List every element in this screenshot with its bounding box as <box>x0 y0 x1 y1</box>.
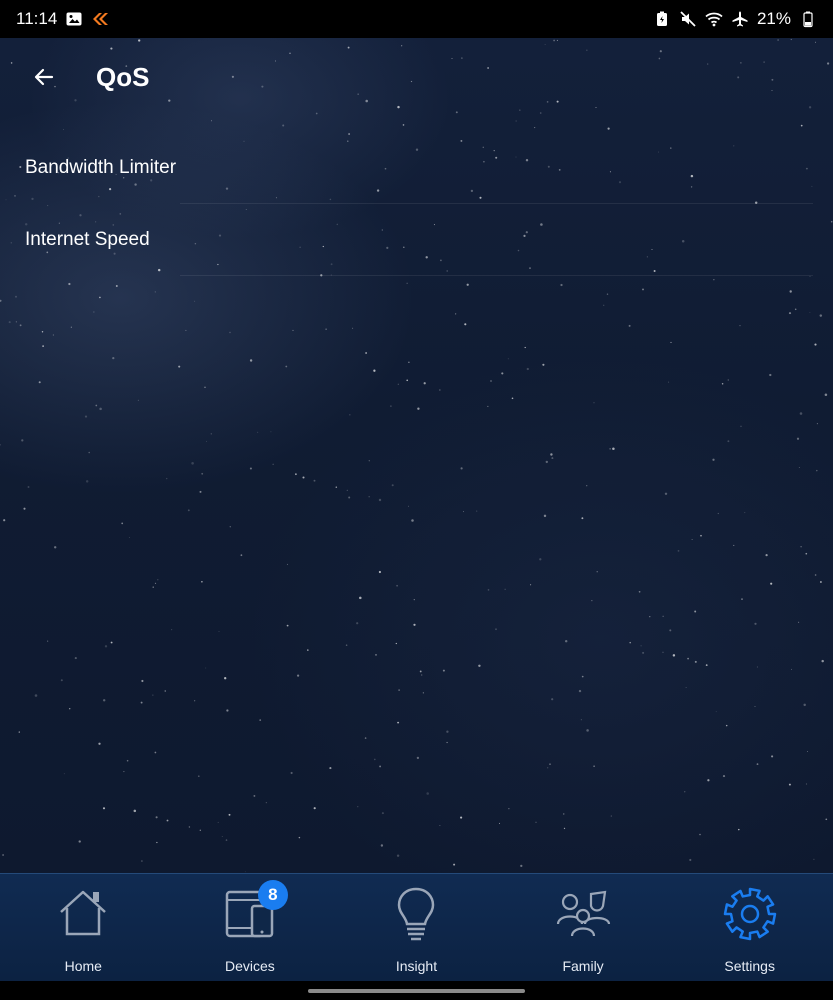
battery-saver-icon <box>653 10 671 28</box>
divider <box>180 275 813 276</box>
family-icon <box>553 884 613 944</box>
gear-icon <box>720 884 780 944</box>
gesture-bar <box>0 981 833 1000</box>
nav-item-settings[interactable]: Settings <box>666 874 833 981</box>
devices-icon: 8 <box>220 880 288 944</box>
nav-item-family[interactable]: Family <box>500 874 667 981</box>
nav-item-home[interactable]: Home <box>0 874 167 981</box>
lightbulb-icon <box>386 884 446 944</box>
home-icon <box>53 884 113 944</box>
battery-icon <box>799 10 817 28</box>
nav-label: Family <box>562 958 604 974</box>
status-time: 11:14 <box>16 9 58 28</box>
nav-label: Insight <box>395 958 438 974</box>
menu-item-label: Internet Speed <box>25 229 150 250</box>
page-title: QoS <box>96 61 150 92</box>
battery-percent: 21% <box>756 9 791 28</box>
nav-label: Devices <box>224 958 275 974</box>
nav-label: Settings <box>724 958 775 974</box>
wifi-icon <box>705 10 723 28</box>
status-bar-right: 21% <box>653 9 817 29</box>
screen: 11:14 21% QoS Bandwidth Limiter Internet… <box>0 0 833 1000</box>
back-button[interactable] <box>22 55 66 99</box>
arrow-left-icon <box>34 68 54 86</box>
status-bar-left: 11:14 <box>16 9 109 29</box>
app-bar: QoS <box>0 50 833 104</box>
menu-item-bandwidth-limiter[interactable]: Bandwidth Limiter <box>0 132 833 204</box>
image-icon <box>65 10 83 28</box>
devices-count-badge: 8 <box>257 880 288 910</box>
nav-label: Home <box>64 958 102 974</box>
bottom-navigation: Home 8 Devices Insight Family Settings <box>0 873 833 981</box>
menu-item-internet-speed[interactable]: Internet Speed <box>0 204 833 276</box>
qos-menu-list: Bandwidth Limiter Internet Speed <box>0 132 833 276</box>
home-gesture-handle[interactable] <box>308 989 525 993</box>
airplane-icon <box>731 10 749 28</box>
mute-icon <box>679 10 697 28</box>
nav-item-insight[interactable]: Insight <box>333 874 500 981</box>
nav-item-devices[interactable]: 8 Devices <box>167 874 334 981</box>
status-bar: 11:14 21% <box>0 0 833 38</box>
menu-item-label: Bandwidth Limiter <box>25 157 177 178</box>
app-notification-icon <box>91 10 109 28</box>
